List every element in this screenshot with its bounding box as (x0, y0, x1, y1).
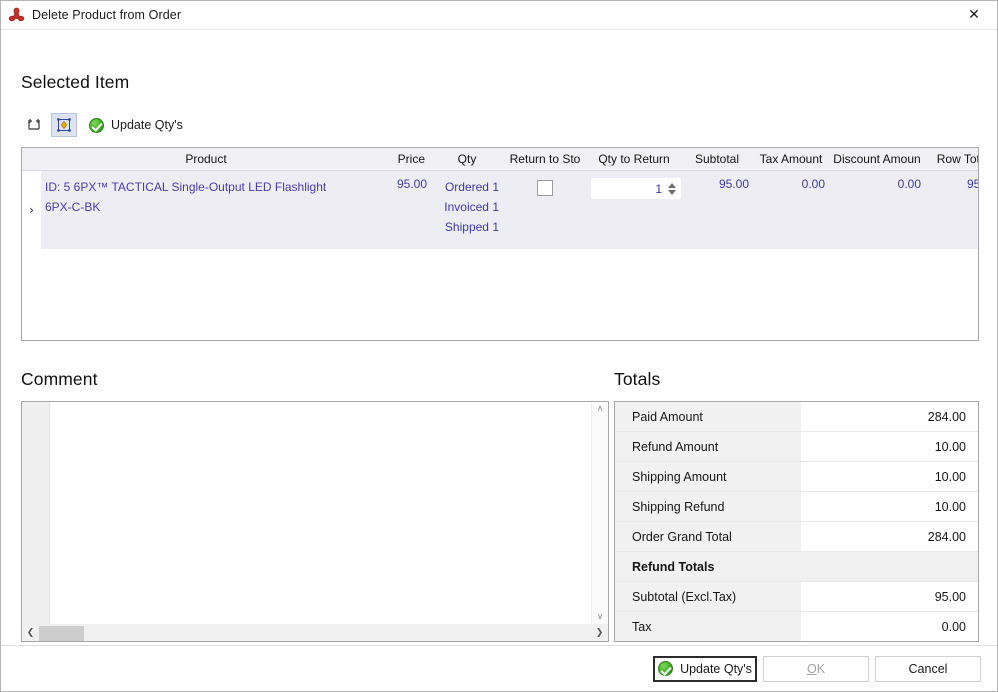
totals-row-subtotal-excl-tax: Subtotal (Excl.Tax) 95.00 (615, 582, 978, 612)
comment-box: ∧ ∨ ❮ ❯ (21, 401, 609, 642)
totals-value: 10.00 (801, 432, 978, 461)
delete-product-dialog: Delete Product from Order ✕ Selected Ite… (0, 0, 998, 692)
comment-input[interactable] (50, 402, 591, 624)
column-header-subtotal[interactable]: Subtotal (681, 152, 753, 166)
comment-horizontal-scrollbar[interactable]: ❮ ❯ (22, 624, 608, 641)
totals-value: 10.00 (801, 462, 978, 491)
row-expander-icon[interactable]: › (22, 171, 41, 249)
totals-section-label: Refund Totals (615, 552, 801, 581)
selected-item-grid: Product Price Qty Return to Sto Qty to R… (21, 147, 979, 341)
grid-header-row: Product Price Qty Return to Sto Qty to R… (22, 148, 978, 171)
cell-qty-to-return: 1 (587, 171, 681, 249)
column-header-row-total[interactable]: Row Total (925, 152, 978, 166)
title-bar: Delete Product from Order ✕ (1, 1, 997, 30)
scroll-down-icon[interactable]: ∨ (597, 610, 604, 624)
cell-qty: Ordered 1 Invoiced 1 Shipped 1 (431, 171, 503, 249)
fit-columns-icon[interactable] (21, 113, 47, 137)
column-header-product[interactable]: Product (41, 152, 371, 166)
totals-heading: Totals (614, 369, 661, 389)
totals-row-refund-amount: Refund Amount 10.00 (615, 432, 978, 462)
totals-value: 95.00 (801, 582, 978, 611)
cell-row-total: 95.00 (966, 177, 979, 191)
totals-label: Shipping Amount (615, 462, 801, 491)
product-name[interactable]: ID: 5 6PX™ TACTICAL Single-Output LED Fl… (45, 177, 367, 197)
totals-label: Refund Amount (615, 432, 801, 461)
qty-ordered: Ordered 1 (444, 180, 499, 194)
column-header-qty[interactable]: Qty (431, 152, 503, 166)
cancel-button-label: Cancel (908, 661, 948, 676)
comment-gutter (22, 402, 50, 624)
green-check-icon (89, 117, 104, 133)
dialog-body: Selected Item Update Qty's Product Price… (1, 30, 997, 691)
dialog-footer: Update Qty's OK Cancel (1, 645, 997, 691)
totals-table: Paid Amount 284.00 Refund Amount 10.00 S… (614, 401, 979, 642)
update-qtys-button-label: Update Qty's (680, 661, 752, 676)
column-header-tax-amount[interactable]: Tax Amount (753, 152, 829, 166)
totals-label: Shipping Refund (615, 492, 801, 521)
column-header-price[interactable]: Price (371, 152, 431, 166)
close-icon[interactable]: ✕ (951, 1, 997, 29)
table-row[interactable]: › ID: 5 6PX™ TACTICAL Single-Output LED … (22, 171, 978, 249)
qty-to-return-stepper[interactable]: 1 (591, 178, 681, 199)
cell-return-to-stock (503, 171, 587, 249)
totals-value: 0.00 (801, 612, 978, 641)
app-icon (8, 7, 25, 24)
spinner-down-icon[interactable] (667, 189, 676, 195)
product-sku[interactable]: 6PX-C-BK (45, 197, 367, 217)
qty-to-return-spinner-arrows[interactable] (666, 179, 677, 198)
return-to-stock-checkbox[interactable] (537, 180, 553, 196)
totals-section-refund-totals: Refund Totals (615, 552, 978, 582)
totals-value: 10.00 (801, 492, 978, 521)
toolbar-update-qtys-button[interactable]: Update Qty's (89, 117, 183, 133)
totals-label: Tax (615, 612, 801, 641)
scroll-up-icon[interactable]: ∧ (597, 402, 604, 416)
ok-button[interactable]: OK (763, 655, 869, 682)
totals-row-order-grand-total: Order Grand Total 284.00 (615, 522, 978, 552)
update-qtys-button[interactable]: Update Qty's (653, 655, 757, 682)
cell-tax-amount: 0.00 (801, 177, 825, 191)
selected-item-heading: Selected Item (21, 72, 130, 92)
cell-discount-amount: 0.00 (897, 177, 921, 191)
totals-value: 284.00 (801, 402, 978, 431)
scroll-right-icon[interactable]: ❯ (591, 626, 608, 640)
comment-editor-area: ∧ ∨ (22, 402, 608, 624)
cell-subtotal: 95.00 (718, 177, 749, 191)
column-header-qty-to-return[interactable]: Qty to Return (587, 152, 681, 166)
cancel-button[interactable]: Cancel (875, 655, 981, 682)
totals-row-shipping-refund: Shipping Refund 10.00 (615, 492, 978, 522)
select-all-icon[interactable] (51, 113, 77, 137)
qty-shipped: Shipped 1 (444, 220, 499, 234)
comment-vertical-scrollbar[interactable]: ∧ ∨ (591, 402, 608, 624)
totals-row-paid-amount: Paid Amount 284.00 (615, 402, 978, 432)
totals-value: 284.00 (801, 522, 978, 551)
totals-row-shipping-amount: Shipping Amount 10.00 (615, 462, 978, 492)
comment-heading: Comment (21, 369, 98, 389)
cell-product: ID: 5 6PX™ TACTICAL Single-Output LED Fl… (41, 171, 371, 249)
qty-to-return-input[interactable]: 1 (592, 182, 666, 196)
qty-invoiced: Invoiced 1 (444, 200, 499, 214)
totals-label: Order Grand Total (615, 522, 801, 551)
cell-price: 95.00 (396, 177, 427, 191)
horizontal-scroll-thumb[interactable] (39, 625, 84, 641)
ok-button-label: OK (806, 661, 826, 676)
column-header-discount-amount[interactable]: Discount Amoun (829, 152, 925, 166)
totals-label: Subtotal (Excl.Tax) (615, 582, 801, 611)
column-header-return-to-stock[interactable]: Return to Sto (503, 152, 587, 166)
toolbar-update-qtys-label: Update Qty's (111, 118, 183, 132)
totals-label: Paid Amount (615, 402, 801, 431)
spinner-up-icon[interactable] (667, 182, 676, 188)
totals-section-value (801, 552, 978, 581)
totals-row-tax: Tax 0.00 (615, 612, 978, 641)
window-title: Delete Product from Order (32, 8, 182, 22)
grid-toolbar: Update Qty's (21, 112, 183, 138)
green-check-icon (658, 661, 674, 676)
scroll-left-icon[interactable]: ❮ (22, 626, 39, 640)
